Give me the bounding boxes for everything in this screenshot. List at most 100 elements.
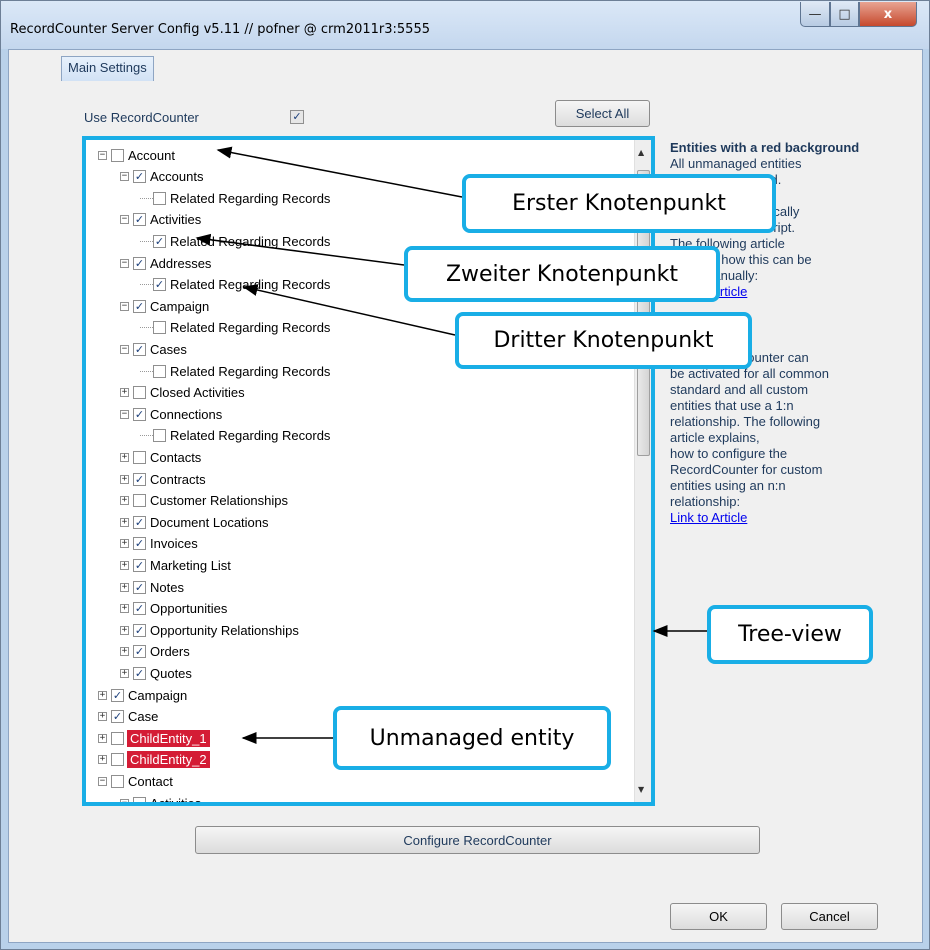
- tree-node-checkbox[interactable]: ✓: [133, 170, 146, 184]
- tree-node[interactable]: + ✓ Orders: [120, 642, 191, 662]
- cancel-button[interactable]: Cancel: [781, 903, 878, 930]
- collapse-icon[interactable]: −: [98, 776, 107, 786]
- tree-node-checkbox[interactable]: ✓: [133, 580, 146, 594]
- collapse-icon[interactable]: −: [120, 215, 129, 225]
- tree-node-checkbox[interactable]: [133, 386, 146, 400]
- expand-icon[interactable]: +: [120, 496, 129, 506]
- tree-node[interactable]: + ✓ Document Locations: [120, 512, 270, 532]
- tree-node[interactable]: − ✓ Activities: [120, 210, 202, 230]
- tree-node-checkbox[interactable]: ✓: [111, 710, 124, 724]
- tree-node-checkbox[interactable]: ✓: [111, 688, 124, 702]
- tree-node[interactable]: + ✓ Quotes: [120, 663, 193, 683]
- tree-node[interactable]: − ✓ Cases: [120, 339, 188, 359]
- tree-node-checkbox[interactable]: [133, 494, 146, 508]
- tree-node-checkbox[interactable]: ✓: [133, 472, 146, 486]
- tree-node-checkbox[interactable]: ✓: [133, 645, 146, 659]
- expand-icon[interactable]: +: [120, 647, 129, 657]
- use-recordcounter-checkbox[interactable]: ✓: [290, 110, 304, 124]
- tree-node[interactable]: Related Regarding Records: [140, 188, 331, 208]
- tree-node[interactable]: + ✓ Invoices: [120, 534, 199, 554]
- tab-main-settings[interactable]: Main Settings: [61, 56, 154, 81]
- tree-node-checkbox[interactable]: [153, 191, 166, 205]
- tree-node-checkbox[interactable]: ✓: [133, 623, 146, 637]
- tree-node-checkbox[interactable]: ✓: [133, 537, 146, 551]
- tree-scrollbar[interactable]: ▲ ▼: [634, 140, 651, 802]
- tree-node-checkbox[interactable]: ✓: [133, 213, 146, 227]
- tree-node[interactable]: − ✓ Addresses: [120, 253, 212, 273]
- configure-recordcounter-button[interactable]: Configure RecordCounter: [195, 826, 760, 854]
- expand-icon[interactable]: +: [98, 733, 107, 743]
- tree-node-checkbox[interactable]: ✓: [133, 515, 146, 529]
- tree-node-checkbox[interactable]: ✓: [133, 407, 146, 421]
- expand-icon[interactable]: +: [120, 474, 129, 484]
- expand-icon[interactable]: +: [120, 388, 129, 398]
- tree-node-checkbox[interactable]: ✓: [133, 602, 146, 616]
- expand-icon[interactable]: +: [120, 517, 129, 527]
- article-link-2[interactable]: Link to Article: [670, 510, 747, 525]
- tree-node[interactable]: + Customer Relationships: [120, 491, 289, 511]
- tree-node[interactable]: + Closed Activities: [120, 383, 246, 403]
- tree-node[interactable]: − Activities: [120, 793, 202, 802]
- tree-node-checkbox[interactable]: ✓: [133, 342, 146, 356]
- tree-node[interactable]: + ✓ Opportunity Relationships: [120, 620, 300, 640]
- tree-node-checkbox[interactable]: [153, 364, 166, 378]
- tree-node[interactable]: + ChildEntity_2: [98, 750, 210, 770]
- select-all-button[interactable]: Select All: [555, 100, 650, 127]
- expand-icon[interactable]: +: [120, 604, 129, 614]
- expand-icon[interactable]: +: [120, 582, 129, 592]
- tree-node[interactable]: + ✓ Notes: [120, 577, 185, 597]
- tree-node[interactable]: Related Regarding Records: [140, 426, 331, 446]
- tree-node[interactable]: − ✓ Connections: [120, 404, 223, 424]
- collapse-icon[interactable]: −: [120, 344, 129, 354]
- collapse-icon[interactable]: −: [98, 150, 107, 160]
- tree-node[interactable]: + ✓ Case: [98, 707, 159, 727]
- close-button[interactable]: x: [859, 2, 917, 27]
- tree-node[interactable]: − ✓ Campaign: [120, 296, 210, 316]
- ok-button[interactable]: OK: [670, 903, 767, 930]
- collapse-icon[interactable]: −: [120, 409, 129, 419]
- tree-node[interactable]: ✓ Related Regarding Records: [140, 231, 331, 251]
- expand-icon[interactable]: +: [120, 539, 129, 549]
- tree-node-checkbox[interactable]: [111, 731, 124, 745]
- tree-node[interactable]: − ✓ Accounts: [120, 167, 204, 187]
- tree-node[interactable]: + ✓ Opportunities: [120, 599, 228, 619]
- tree-node-checkbox[interactable]: [111, 148, 124, 162]
- expand-icon[interactable]: +: [120, 452, 129, 462]
- tree-node[interactable]: − Account: [98, 145, 176, 165]
- tree-node[interactable]: + ChildEntity_1: [98, 728, 210, 748]
- tree-node[interactable]: + ✓ Campaign: [98, 685, 188, 705]
- tree-node-checkbox[interactable]: [153, 321, 166, 335]
- tree-node-checkbox[interactable]: ✓: [133, 558, 146, 572]
- maximize-button[interactable]: □: [830, 2, 859, 27]
- tree-node-checkbox[interactable]: [111, 753, 124, 767]
- expand-icon[interactable]: +: [120, 625, 129, 635]
- tree-node-checkbox[interactable]: ✓: [133, 256, 146, 270]
- tree-node[interactable]: Related Regarding Records: [140, 318, 331, 338]
- tree-node[interactable]: − Contact: [98, 771, 174, 791]
- tree-node-checkbox[interactable]: [133, 450, 146, 464]
- tree-node-checkbox[interactable]: ✓: [133, 666, 146, 680]
- expand-icon[interactable]: +: [98, 712, 107, 722]
- expand-icon[interactable]: +: [120, 668, 129, 678]
- tree-node[interactable]: + ✓ Marketing List: [120, 555, 232, 575]
- tree-node[interactable]: + ✓ Contracts: [120, 469, 207, 489]
- expand-icon[interactable]: +: [98, 690, 107, 700]
- tree-node-checkbox[interactable]: [153, 429, 166, 443]
- collapse-icon[interactable]: −: [120, 301, 129, 311]
- tree-node-checkbox[interactable]: ✓: [153, 234, 166, 248]
- tree-node[interactable]: + Contacts: [120, 447, 202, 467]
- tree-node[interactable]: Related Regarding Records: [140, 361, 331, 381]
- scroll-down-icon[interactable]: ▼: [638, 785, 644, 794]
- collapse-icon[interactable]: −: [120, 798, 129, 802]
- tree-node-checkbox[interactable]: [111, 774, 124, 788]
- tree-node-checkbox[interactable]: [133, 796, 146, 802]
- collapse-icon[interactable]: −: [120, 172, 129, 182]
- scroll-up-icon[interactable]: ▲: [638, 148, 644, 157]
- collapse-icon[interactable]: −: [120, 258, 129, 268]
- expand-icon[interactable]: +: [98, 755, 107, 765]
- title-bar[interactable]: RecordCounter Server Config v5.11 // pof…: [1, 1, 929, 49]
- tree-node-checkbox[interactable]: ✓: [153, 278, 166, 292]
- tree-node-checkbox[interactable]: ✓: [133, 299, 146, 313]
- minimize-button[interactable]: —: [800, 2, 830, 27]
- expand-icon[interactable]: +: [120, 560, 129, 570]
